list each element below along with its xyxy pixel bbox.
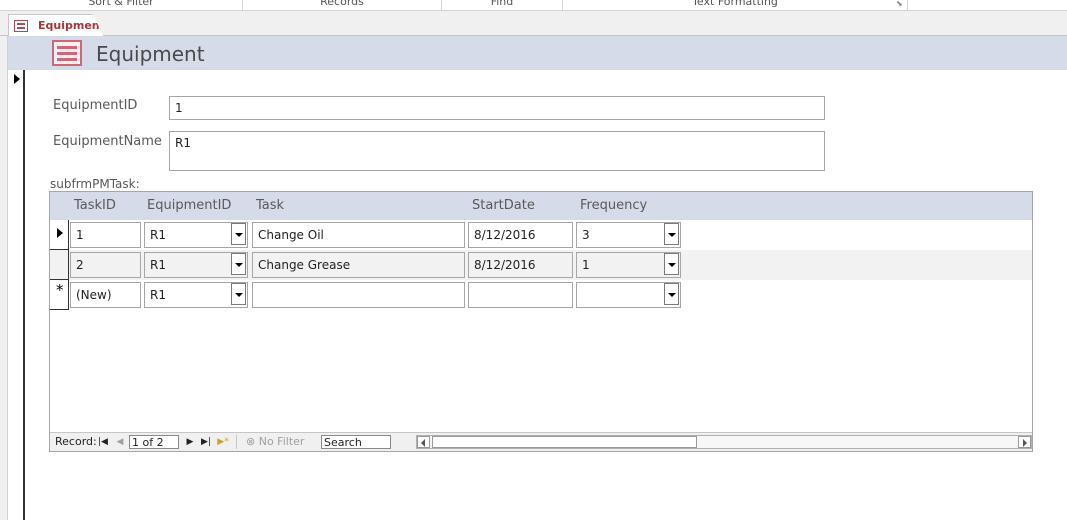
row-selector[interactable] — [50, 220, 69, 250]
equipmentname-field[interactable]: R1 — [169, 131, 825, 171]
ribbon-group-find: Find — [442, 0, 563, 10]
column-header-task[interactable]: Task — [256, 198, 284, 213]
scroll-left-icon[interactable] — [417, 436, 430, 448]
taskid-cell[interactable]: 2 — [70, 252, 141, 278]
form-area: Equipment EquipmentID 1 EquipmentName R1… — [8, 36, 1067, 520]
navigation-pane-edge — [0, 36, 8, 520]
equipmentid-dropdown-arrow-icon[interactable] — [231, 283, 246, 305]
current-record-arrow-icon — [14, 74, 20, 84]
record-navigation-bar: Record: |◀ ◀ 1 of 2 ▶ ▶| ▶* ⊗ No Filter … — [50, 432, 1032, 451]
dialog-launcher-icon[interactable]: ⬊ — [896, 0, 905, 9]
ribbon-group-labels: Sort & Filter Records Find Text Formatti… — [0, 0, 1067, 11]
equipmentid-label: EquipmentID — [53, 98, 138, 113]
pm-task-subform: TaskID EquipmentID Task StartDate Freque… — [49, 191, 1033, 452]
search-input[interactable]: Search — [321, 435, 391, 449]
frequency-dropdown-arrow-icon[interactable] — [664, 253, 679, 275]
row-selector[interactable]: * — [50, 280, 69, 310]
horizontal-scrollbar[interactable] — [416, 435, 1032, 449]
previous-record-icon[interactable]: ◀ — [114, 435, 126, 449]
equipmentname-label: EquipmentName — [53, 134, 162, 149]
task-cell[interactable] — [252, 282, 465, 308]
startdate-cell[interactable]: 8/12/2016 — [468, 222, 573, 248]
startdate-cell[interactable] — [468, 282, 573, 308]
record-position-input[interactable]: 1 of 2 — [129, 435, 179, 449]
datasheet-header: TaskID EquipmentID Task StartDate Freque… — [50, 192, 1032, 220]
table-row: 1 R1 Change Oil 8/12/2016 3 — [50, 220, 1032, 250]
last-record-icon[interactable]: ▶| — [200, 435, 212, 449]
new-record-row: * (New) R1 — [50, 280, 1032, 310]
equipmentid-dropdown-arrow-icon[interactable] — [231, 253, 246, 275]
ribbon-group-sort-filter: Sort & Filter — [0, 0, 243, 10]
nav-separator — [236, 435, 237, 449]
document-tab-strip: Equipment — [0, 11, 1067, 37]
taskid-cell[interactable]: (New) — [70, 282, 141, 308]
form-title: Equipment — [96, 42, 205, 66]
column-header-taskid[interactable]: TaskID — [74, 198, 116, 213]
no-filter-button[interactable]: ⊗ No Filter — [246, 435, 304, 449]
tab-label: Equipment — [38, 19, 105, 32]
new-record-icon[interactable]: ▶* — [217, 435, 229, 449]
record-label: Record: — [55, 435, 97, 448]
column-header-equipmentid[interactable]: EquipmentID — [147, 198, 231, 213]
scroll-right-icon[interactable] — [1018, 436, 1031, 448]
current-row-arrow-icon — [57, 228, 63, 238]
new-record-star-icon: * — [56, 281, 64, 299]
column-header-startdate[interactable]: StartDate — [472, 198, 535, 213]
form-header: Equipment — [8, 36, 1067, 70]
form-record-selector[interactable] — [8, 70, 25, 520]
frequency-dropdown-arrow-icon[interactable] — [664, 283, 679, 305]
filter-icon: ⊗ — [246, 435, 259, 448]
startdate-cell[interactable]: 8/12/2016 — [468, 252, 573, 278]
first-record-icon[interactable]: |◀ — [97, 435, 109, 449]
ribbon-group-records: Records — [243, 0, 442, 10]
next-record-icon[interactable]: ▶ — [184, 435, 196, 449]
form-icon — [14, 20, 28, 32]
frequency-dropdown-arrow-icon[interactable] — [664, 223, 679, 245]
scroll-thumb[interactable] — [432, 436, 697, 448]
form-logo-icon — [52, 40, 82, 66]
equipmentid-field[interactable]: 1 — [169, 96, 825, 120]
column-header-frequency[interactable]: Frequency — [580, 198, 647, 213]
subform-label: subfrmPMTask: — [50, 177, 140, 191]
task-cell[interactable]: Change Grease — [252, 252, 465, 278]
equipmentid-dropdown-arrow-icon[interactable] — [231, 223, 246, 245]
task-cell[interactable]: Change Oil — [252, 222, 465, 248]
ribbon-group-text-formatting: Text Formatting — [563, 0, 908, 10]
row-selector[interactable] — [50, 250, 69, 280]
tab-equipment[interactable]: Equipment — [8, 14, 104, 37]
taskid-cell[interactable]: 1 — [70, 222, 141, 248]
table-row: 2 R1 Change Grease 8/12/2016 1 — [50, 250, 1032, 280]
